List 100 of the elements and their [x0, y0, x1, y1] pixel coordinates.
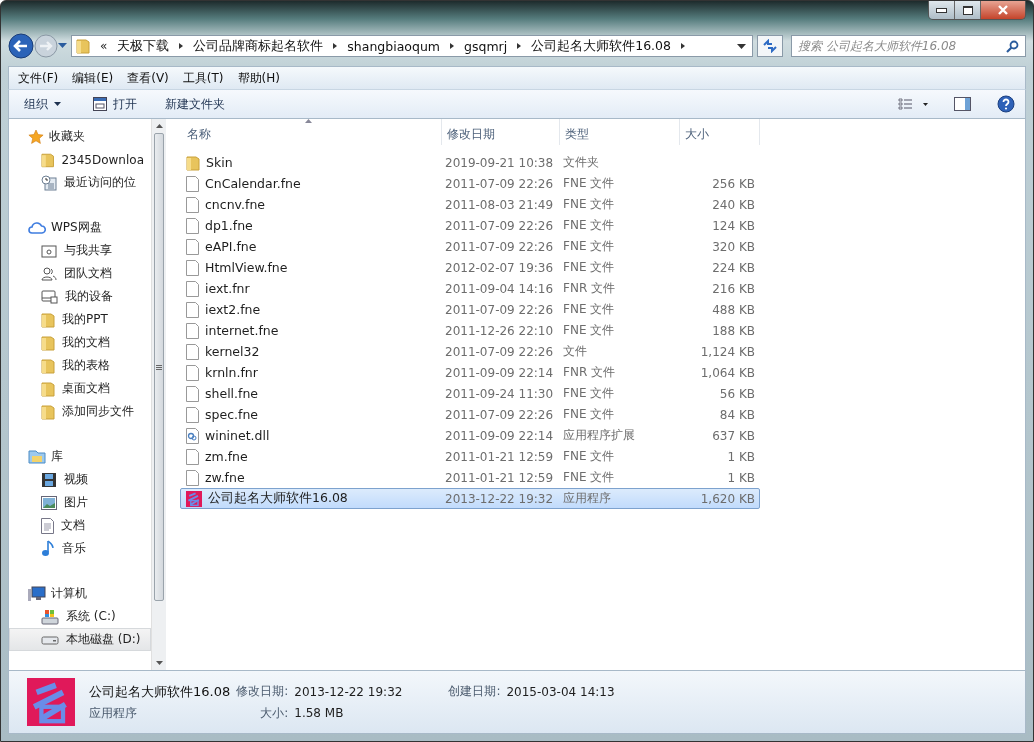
- column-header[interactable]: 大小: [680, 119, 760, 145]
- refresh-button[interactable]: [757, 35, 783, 57]
- nav-item[interactable]: 文档: [9, 514, 151, 537]
- preview-pane-icon[interactable]: [954, 97, 971, 111]
- nav-item[interactable]: 音乐: [9, 537, 151, 560]
- search-field[interactable]: 搜索 公司起名大师软件16.08: [791, 35, 1026, 57]
- nav-group-header[interactable]: 收藏夹: [19, 125, 91, 148]
- breadcrumb-arrow-icon[interactable]: [333, 43, 338, 49]
- file-row[interactable]: shell.fne 2011-09-24 11:30 FNE 文件 56 KB: [180, 383, 760, 404]
- breadcrumb-arrow-icon[interactable]: [681, 43, 685, 49]
- nav-item[interactable]: 我的文档: [9, 331, 151, 354]
- help-icon[interactable]: [997, 95, 1015, 113]
- nav-item[interactable]: 最近访问的位: [9, 171, 151, 194]
- nav-item[interactable]: 桌面文档: [9, 377, 151, 400]
- menu-item[interactable]: 文件(F): [12, 67, 65, 89]
- file-row[interactable]: iext2.fne 2011-07-09 22:26 FNE 文件 488 KB: [180, 299, 760, 320]
- breadcrumb-item[interactable]: 公司品牌商标起名软件: [193, 37, 324, 55]
- maximize-button[interactable]: [955, 1, 981, 19]
- file-row[interactable]: cncnv.fne 2011-08-03 21:49 FNE 文件 240 KB: [180, 194, 760, 215]
- history-dropdown-icon[interactable]: [58, 43, 67, 49]
- file-row[interactable]: HtmlView.fne 2012-02-07 19:36 FNE 文件 224 KB: [180, 257, 760, 278]
- file-row[interactable]: krnln.fnr 2011-09-09 22:14 FNR 文件 1,064 KB: [180, 362, 760, 383]
- breadcrumb-item[interactable]: 公司起名大师软件16.08: [531, 37, 671, 55]
- file-size: 56 KB: [718, 386, 756, 401]
- view-options-icon[interactable]: [898, 98, 928, 110]
- overflow-chevron[interactable]: «: [100, 39, 108, 53]
- menu-item[interactable]: 编辑(E): [66, 67, 120, 89]
- scrollbar[interactable]: [151, 119, 166, 670]
- file-row[interactable]: CnCalendar.fne 2011-07-09 22:26 FNE 文件 256 KB: [180, 173, 760, 194]
- created-label: 创建日期:: [447, 683, 501, 700]
- close-button[interactable]: [981, 1, 1025, 19]
- nav-item[interactable]: 视频: [9, 468, 151, 491]
- back-button[interactable]: [8, 33, 34, 59]
- device-icon: [41, 289, 58, 304]
- nav-group-header[interactable]: WPS网盘: [19, 216, 108, 239]
- modified-date: 2011-01-21 12:59: [444, 470, 555, 485]
- open-button[interactable]: 打开: [88, 92, 142, 116]
- breadcrumb-arrow-icon[interactable]: [179, 43, 184, 49]
- file-name: zw.fne: [205, 470, 245, 485]
- nav-group-header[interactable]: 计算机: [19, 582, 93, 605]
- file-icon: [186, 322, 199, 339]
- computer-icon: [28, 585, 46, 602]
- nav-item[interactable]: 2345Downloa: [9, 148, 151, 171]
- file-icon: [186, 217, 199, 234]
- file-size: 1,620 KB: [699, 491, 756, 506]
- nav-item[interactable]: 添加同步文件: [9, 400, 151, 423]
- file-size: 256 KB: [711, 176, 756, 191]
- file-name: dp1.fne: [205, 218, 253, 233]
- file-row[interactable]: spec.fne 2011-07-09 22:26 FNE 文件 84 KB: [180, 404, 760, 425]
- breadcrumb-arrow-icon[interactable]: [450, 43, 455, 49]
- breadcrumb-arrow-icon[interactable]: [517, 43, 522, 49]
- file-icon: [186, 364, 199, 381]
- breadcrumb-item[interactable]: 天极下载: [117, 37, 170, 55]
- nav-item[interactable]: 系统 (C:): [9, 605, 151, 628]
- nav-item[interactable]: 与我共享: [9, 239, 151, 262]
- file-icon: [186, 259, 199, 276]
- dropdown-arrow-icon[interactable]: [737, 43, 746, 49]
- file-row[interactable]: eAPI.fne 2011-07-09 22:26 FNE 文件 320 KB: [180, 236, 760, 257]
- file-type: FNE 文件: [562, 217, 616, 234]
- file-type: FNE 文件: [562, 175, 616, 192]
- file-row[interactable]: internet.fne 2011-12-26 22:10 FNE 文件 188 KB: [180, 320, 760, 341]
- file-row[interactable]: kernel32 2011-07-09 22:26 文件 1,124 KB: [180, 341, 760, 362]
- scroll-up-icon[interactable]: [155, 124, 163, 128]
- people-icon: [41, 266, 57, 281]
- column-header[interactable]: 类型: [560, 119, 680, 145]
- file-size: 637 KB: [711, 428, 756, 443]
- file-row[interactable]: zw.fne 2011-01-21 12:59 FNE 文件 1 KB: [180, 467, 760, 488]
- address-bar[interactable]: « 天极下载 公司品牌商标起名软件 shangbiaoqum gsqmrj 公司起名大师软件16.08: [71, 35, 753, 57]
- nav-item[interactable]: 我的表格: [9, 354, 151, 377]
- modified-date: 2011-07-09 22:26: [444, 344, 555, 359]
- file-row[interactable]: wininet.dll 2011-09-09 22:14 应用程序扩展 637 KB: [180, 425, 760, 446]
- folder-icon: [41, 380, 55, 397]
- menu-item[interactable]: 查看(V): [121, 67, 175, 89]
- minimize-button[interactable]: [929, 1, 955, 19]
- file-row[interactable]: Skin 2019-09-21 10:38 文件夹: [180, 152, 760, 173]
- column-header[interactable]: 修改日期: [442, 119, 560, 145]
- breadcrumb-item[interactable]: shangbiaoqum: [347, 38, 441, 54]
- document-icon: [41, 517, 54, 534]
- file-row[interactable]: dp1.fne 2011-07-09 22:26 FNE 文件 124 KB: [180, 215, 760, 236]
- file-row[interactable]: iext.fnr 2011-09-04 14:16 FNR 文件 216 KB: [180, 278, 760, 299]
- column-header[interactable]: 名称: [182, 119, 442, 145]
- nav-item[interactable]: 团队文档: [9, 262, 151, 285]
- file-type: 文件: [562, 343, 588, 360]
- nav-item[interactable]: 我的PPT: [9, 308, 151, 331]
- menu-item[interactable]: 工具(T): [176, 67, 230, 89]
- file-row[interactable]: zm.fne 2011-01-21 12:59 FNE 文件 1 KB: [180, 446, 760, 467]
- film-icon: [41, 471, 57, 488]
- file-name: Skin: [206, 155, 233, 170]
- nav-item[interactable]: 我的设备: [9, 285, 151, 308]
- file-row[interactable]: 公司起名大师软件16.08 2013-12-22 19:32 应用程序 1,620 KB: [180, 488, 760, 509]
- nav-item[interactable]: 图片: [9, 491, 151, 514]
- nav-item[interactable]: 本地磁盘 (D:): [9, 628, 151, 651]
- new-folder-button[interactable]: 新建文件夹: [160, 92, 230, 116]
- menu-item[interactable]: 帮助(H): [231, 67, 286, 89]
- scroll-down-icon[interactable]: [155, 661, 163, 665]
- file-size: 216 KB: [711, 281, 756, 296]
- breadcrumb-item[interactable]: gsqmrj: [464, 38, 508, 54]
- nav-group-header[interactable]: 库: [19, 445, 69, 468]
- file-icon: [186, 469, 199, 486]
- organize-button[interactable]: 组织: [19, 92, 66, 116]
